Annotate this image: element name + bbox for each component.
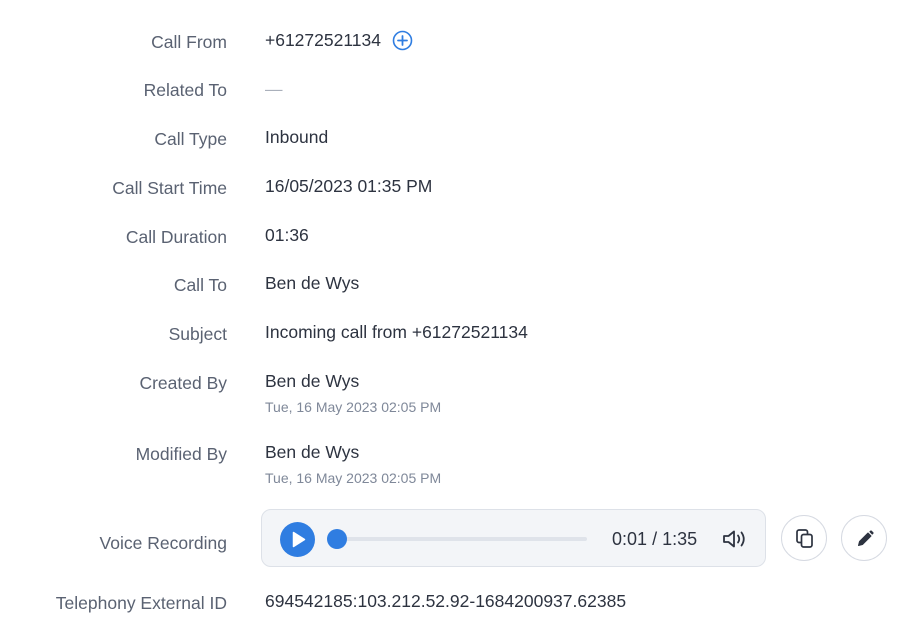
telephony-external-id-label: Telephony External ID (55, 593, 227, 613)
playback-time: 0:01 / 1:35 (612, 528, 697, 550)
call-from-label: Call From (151, 32, 227, 52)
copy-button[interactable] (781, 515, 827, 561)
call-duration-label: Call Duration (125, 227, 227, 247)
total-time: 1:35 (662, 529, 698, 549)
subject-label: Subject (168, 324, 227, 344)
related-to-label: Related To (143, 80, 227, 100)
call-to-value: Ben de Wys (265, 273, 360, 293)
created-by-timestamp: Tue, 16 May 2023 02:05 PM (265, 399, 442, 415)
audio-player: 0:01 / 1:35 (261, 509, 766, 567)
related-to-value: — (265, 79, 283, 99)
progress-handle[interactable] (326, 529, 347, 549)
plus-circle-icon[interactable] (392, 30, 413, 51)
call-type-value: Inbound (265, 127, 329, 147)
edit-button[interactable] (841, 515, 887, 561)
progress-track[interactable] (334, 537, 587, 541)
copy-icon (796, 529, 813, 548)
call-duration-value: 01:36 (265, 225, 309, 245)
subject-value: Incoming call from +61272521134 (265, 322, 528, 342)
call-from-value: +61272521134 (265, 30, 381, 50)
modified-by-value: Ben de Wys (265, 442, 360, 462)
modified-by-label: Modified By (135, 444, 227, 464)
call-start-time-label: Call Start Time (112, 178, 227, 198)
telephony-external-id-value: 694542185:103.212.52.92-1684200937.62385 (265, 591, 627, 611)
voice-recording-label: Voice Recording (99, 533, 227, 553)
created-by-label: Created By (139, 373, 227, 393)
call-type-label: Call Type (154, 129, 227, 149)
created-by-value: Ben de Wys (265, 371, 360, 391)
call-to-label: Call To (173, 275, 227, 295)
volume-icon[interactable] (721, 527, 749, 551)
call-start-time-value: 16/05/2023 01:35 PM (265, 176, 433, 196)
play-icon (292, 531, 306, 548)
play-button[interactable] (280, 522, 315, 557)
current-time: 0:01 (612, 529, 648, 549)
time-separator: / (652, 529, 658, 549)
pencil-icon (858, 530, 874, 546)
modified-by-timestamp: Tue, 16 May 2023 02:05 PM (265, 470, 442, 486)
